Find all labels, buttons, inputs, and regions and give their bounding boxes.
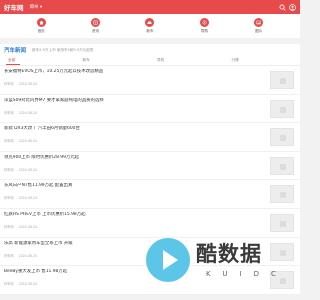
item-date: 2024-08-24 xyxy=(18,110,38,115)
item-thumbnail[interactable] xyxy=(270,156,294,175)
item-date: 2024-08-24 xyxy=(18,224,38,229)
item-source: 好车网 xyxy=(4,196,14,201)
nav-item-guide[interactable]: 导购 xyxy=(199,18,209,34)
item-thumbnail[interactable] xyxy=(270,185,294,204)
tab-guide[interactable]: 导购 xyxy=(151,56,226,65)
nav-item-home[interactable]: 首页 xyxy=(36,18,46,34)
item-thumbnail[interactable] xyxy=(270,213,294,232)
site-logo[interactable]: 好车网 xyxy=(4,2,24,12)
city-selector[interactable]: 郑州 ▾ xyxy=(30,4,43,10)
section-title: 汽车新闻 xyxy=(4,48,27,54)
item-title[interactable]: 红旗HS PHEV上市 上市优惠价15.98万起 xyxy=(4,212,194,218)
nav-bar: 首页 资讯 新车 导购 图片 xyxy=(0,14,300,38)
car-icon xyxy=(145,18,155,28)
watermark-subtext: KUIDC xyxy=(206,270,288,278)
item-title[interactable]: 新款 DX3大改 广汽丰田6月销量600台 xyxy=(4,126,194,132)
play-icon xyxy=(146,238,190,282)
list-item[interactable]: 新款 DX3大改 广汽丰田6月销量600台 好车网 2024-08-24 xyxy=(0,123,300,152)
nav-item-new-car[interactable]: 新车 xyxy=(145,18,155,34)
item-source: 好车网 xyxy=(4,224,14,229)
list-item[interactable]: 东风日产N7售11.99万起 配置出真 好车网 2024-08-24 xyxy=(0,180,300,209)
item-thumbnail[interactable] xyxy=(270,99,294,118)
list-item[interactable]: 领克900上市 限时优惠价28.99万元起 好车网 2024-08-24 xyxy=(0,152,300,181)
item-meta: 好车网 2024-08-24 xyxy=(4,281,42,286)
item-title[interactable]: 东风日产N7售11.99万起 配置出真 xyxy=(4,183,194,189)
item-source: 好车网 xyxy=(4,253,14,258)
item-thumbnail[interactable] xyxy=(270,128,294,147)
nav-item-news[interactable]: 资讯 xyxy=(91,18,101,34)
tab-all[interactable]: 全部 xyxy=(2,56,77,65)
item-date: 2024-08-24 xyxy=(18,196,38,201)
tab-bar: 全部 新车 导购 行情 xyxy=(0,56,300,66)
item-date: 2024-08-24 xyxy=(18,282,38,287)
tab-market[interactable]: 行情 xyxy=(226,56,301,65)
item-date: 2024-08-24 xyxy=(18,139,38,144)
item-date: 2024-08-24 xyxy=(18,82,38,86)
item-meta: 好车网 2024-08-24 xyxy=(4,253,42,258)
page: 好车网 郑州 ▾ 首页 资讯 新车 导购 图片 汽车新闻 新车5.9万上市 家用… xyxy=(0,0,300,300)
item-meta: 好车网 2024-08-24 xyxy=(4,81,42,86)
item-meta: 好车网 2024-08-24 xyxy=(4,110,42,115)
item-source: 好车网 xyxy=(4,282,14,287)
item-source: 好车网 xyxy=(4,139,14,144)
section-header: 汽车新闻 新车5.9万上市 家用车5款5.9万元起售 xyxy=(0,44,300,56)
watermark-text: 酷数据 xyxy=(196,242,262,266)
item-meta: 好车网 2024-08-24 xyxy=(4,138,42,143)
watermark-logo: 酷数据 KUIDC xyxy=(146,234,296,294)
item-meta: 好车网 2024-08-24 xyxy=(4,167,42,172)
home-icon xyxy=(36,18,46,28)
top-bar: 好车网 郑州 ▾ xyxy=(0,0,300,14)
user-icon[interactable] xyxy=(289,3,296,11)
item-meta: 好车网 2024-08-24 xyxy=(4,224,42,229)
list-item[interactable]: 长安福特EVOS上市，10.25万元起以技术改造精品 好车网 2024-08-24 xyxy=(0,66,300,95)
item-title[interactable]: 深蓝S09对比问界M7 要才拿家庭纯电的品质的选择 xyxy=(4,98,194,104)
nav-item-images[interactable]: 图片 xyxy=(254,18,264,34)
nav-label: 导购 xyxy=(200,28,208,33)
nav-label: 资讯 xyxy=(91,28,100,33)
item-source: 好车网 xyxy=(4,167,14,172)
search-icon[interactable] xyxy=(279,3,286,11)
news-icon xyxy=(91,18,101,28)
item-source: 好车网 xyxy=(4,110,14,115)
list-item[interactable]: 深蓝S09对比问界M7 要才拿家庭纯电的品质的选择 好车网 2024-08-24 xyxy=(0,95,300,124)
item-title[interactable]: 长安福特EVOS上市，10.25万元起以技术改造精品 xyxy=(4,69,194,75)
item-source: 好车网 xyxy=(4,82,14,86)
item-meta: 好车网 2024-08-24 xyxy=(4,195,42,200)
nav-label: 新车 xyxy=(146,28,154,33)
guide-icon xyxy=(199,18,209,28)
item-thumbnail[interactable] xyxy=(270,71,294,89)
image-icon xyxy=(254,18,264,28)
nav-label: 首页 xyxy=(37,28,45,33)
item-date: 2024-08-24 xyxy=(18,167,38,172)
nav-label: 图片 xyxy=(255,28,263,33)
tab-new-car[interactable]: 新车 xyxy=(77,56,152,65)
news-ticker[interactable]: 新车5.9万上市 家用车5款5.9万元起售 xyxy=(32,48,94,53)
item-date: 2024-08-24 xyxy=(18,253,38,258)
item-title[interactable]: 领克900上市 限时优惠价28.99万元起 xyxy=(4,155,194,161)
